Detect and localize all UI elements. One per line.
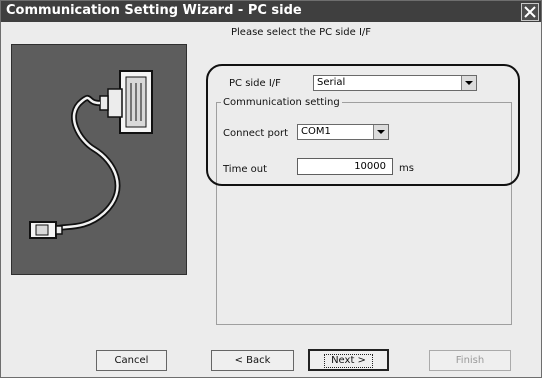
- chevron-down-icon[interactable]: [373, 125, 388, 139]
- communication-setting-title: Communication setting: [221, 97, 342, 108]
- serial-cable-picture: [11, 44, 187, 275]
- window-title: Communication Setting Wizard - PC side: [6, 3, 302, 18]
- connect-port-value: COM1: [301, 126, 331, 137]
- connect-port-select[interactable]: COM1: [297, 124, 389, 140]
- pc-side-if-value: Serial: [317, 77, 346, 88]
- pc-side-if-label: PC side I/F: [229, 78, 281, 89]
- pc-side-if-select[interactable]: Serial: [313, 75, 477, 91]
- wizard-window: Communication Setting Wizard - PC side P…: [0, 0, 542, 378]
- time-out-label: Time out: [223, 164, 268, 175]
- back-button[interactable]: < Back: [211, 350, 294, 371]
- next-button[interactable]: Next >: [308, 349, 389, 371]
- pc-side-prompt: Please select the PC side I/F: [231, 27, 372, 38]
- time-out-unit: ms: [399, 163, 414, 174]
- cancel-button[interactable]: Cancel: [96, 350, 167, 371]
- close-icon: [524, 6, 536, 18]
- connect-port-label: Connect port: [223, 128, 289, 139]
- next-button-label: Next >: [324, 354, 373, 368]
- chevron-down-icon[interactable]: [461, 76, 476, 90]
- finish-button[interactable]: Finish: [429, 350, 511, 371]
- title-bar[interactable]: Communication Setting Wizard - PC side: [1, 1, 541, 22]
- time-out-input[interactable]: 10000: [297, 158, 393, 175]
- time-out-value: 10000: [354, 161, 386, 172]
- close-button[interactable]: [521, 3, 539, 21]
